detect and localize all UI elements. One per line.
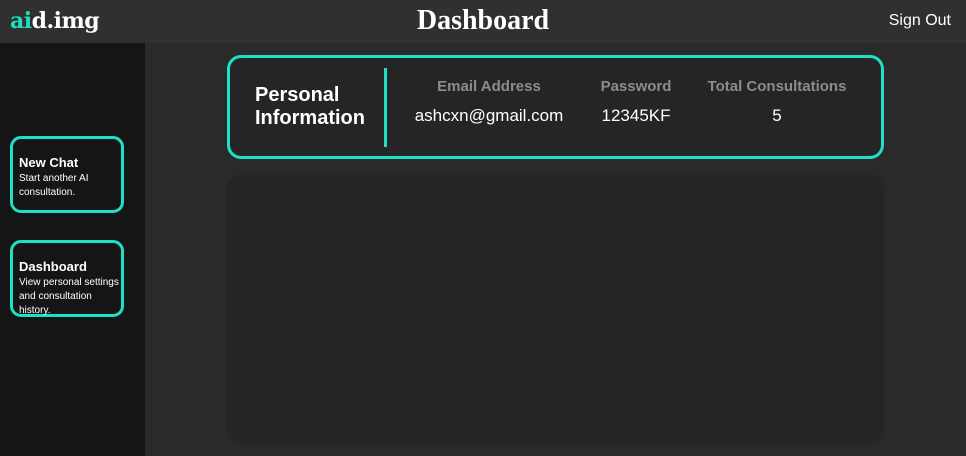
email-value: ashcxn@gmail.com xyxy=(414,106,564,125)
consultation-history-panel xyxy=(227,175,884,444)
personal-information-card: Personal Information Email Address ashcx… xyxy=(227,55,884,159)
personal-information-title: Personal Information xyxy=(255,84,365,129)
total-consultations-field: Total Consultations 5 xyxy=(704,77,850,126)
sidebar-item-new-chat[interactable]: New Chat Start another AI consultation. xyxy=(10,136,124,213)
sidebar-item-description: Start another AI consultation. xyxy=(19,173,89,198)
top-header: aid.img Dashboard Sign Out xyxy=(0,0,966,43)
email-field: Email Address ashcxn@gmail.com xyxy=(409,77,569,126)
app-root: aid.img Dashboard Sign Out New Chat Star… xyxy=(0,0,966,456)
sidebar-item-description: View personal settings and consultation … xyxy=(19,277,119,316)
password-label: Password xyxy=(600,78,672,95)
sidebar: New Chat Start another AI consultation. … xyxy=(0,43,145,456)
email-label: Email Address xyxy=(437,78,541,95)
info-divider xyxy=(384,68,387,147)
page-title: Dashboard xyxy=(416,5,550,36)
sidebar-item-title: Dashboard xyxy=(19,259,87,274)
total-consultations-value: 5 xyxy=(772,106,782,125)
sidebar-item-dashboard[interactable]: Dashboard View personal settings and con… xyxy=(10,240,124,317)
password-value: 12345KF xyxy=(601,106,671,125)
total-consultations-label: Total Consultations xyxy=(707,78,847,95)
password-field: Password 12345KF xyxy=(588,77,684,126)
sidebar-item-title: New Chat xyxy=(19,155,79,170)
sign-out-button[interactable]: Sign Out xyxy=(889,11,951,31)
